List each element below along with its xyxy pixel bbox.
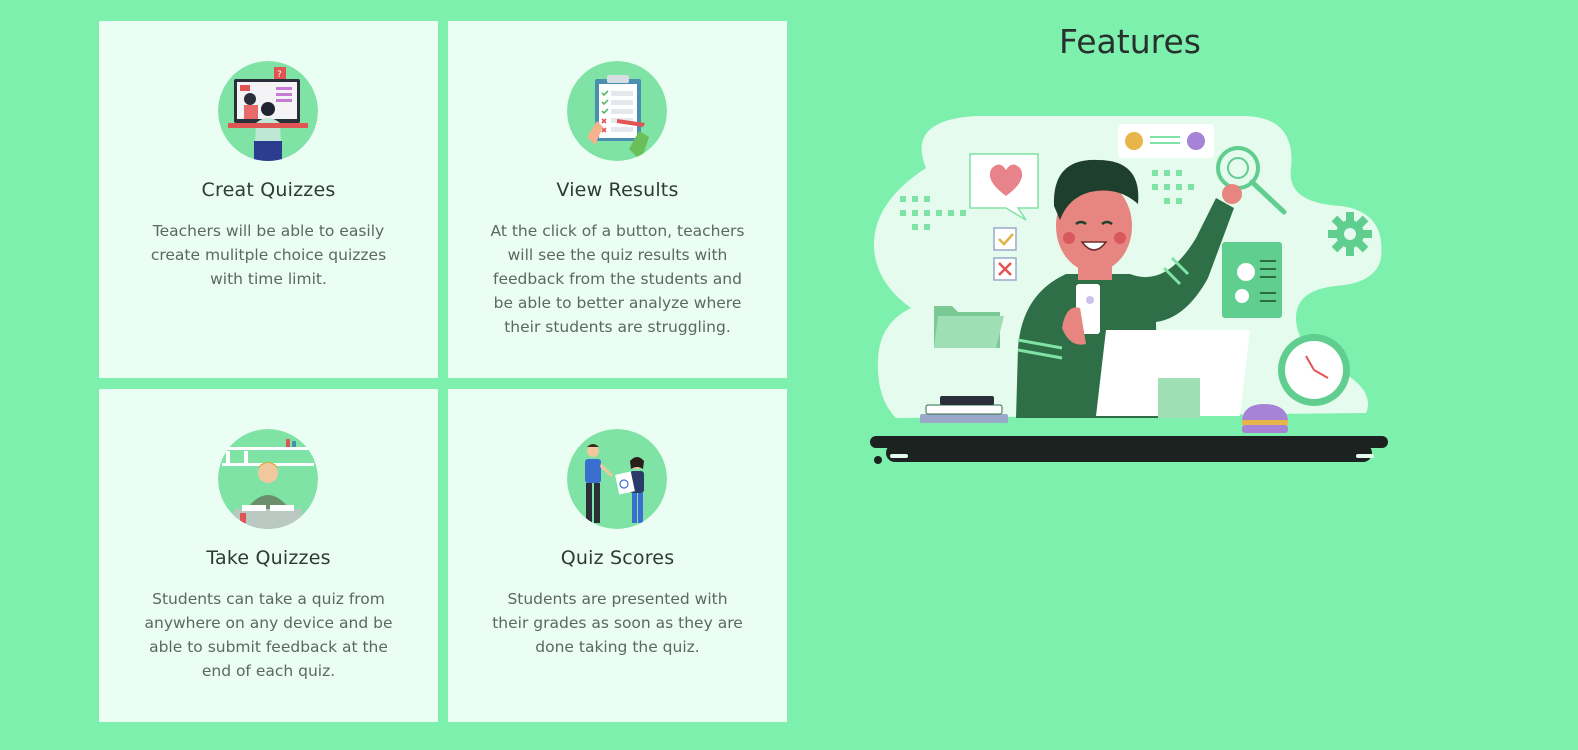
burger-icon: [1242, 404, 1288, 433]
profile-bubble-icon: [1118, 124, 1214, 158]
settings-document-icon: [1222, 242, 1282, 318]
feature-description: Teachers will be able to easily create m…: [150, 222, 387, 288]
feature-description: Students can take a quiz from anywhere o…: [144, 590, 393, 680]
clock-icon: [1278, 334, 1350, 406]
feature-title: Take Quizzes: [206, 547, 331, 569]
feature-title: Quiz Scores: [560, 547, 675, 569]
feature-title: View Results: [556, 179, 679, 201]
teacher-computer-icon: ?: [218, 61, 318, 161]
section-title: Features: [1059, 22, 1201, 61]
student-writing-icon: [218, 429, 318, 529]
feature-card-quiz-scores: Quiz Scores Students are presented with …: [448, 389, 787, 722]
features-illustration: [870, 116, 1388, 464]
gear-icon: [1328, 212, 1372, 256]
clipboard-results-icon: [567, 61, 667, 161]
feature-description: Students are presented with their grades…: [492, 590, 743, 656]
computer-monitor-icon: [1096, 330, 1250, 418]
feature-title: Creat Quizzes: [201, 179, 336, 201]
feature-card-create-quizzes: ? Creat Quizzes Teachers will be able to…: [99, 21, 438, 378]
feature-description: At the click of a button, teachers will …: [490, 222, 745, 336]
folder-icon: [934, 306, 1004, 348]
feature-card-take-quizzes: Take Quizzes Students can take a quiz fr…: [99, 389, 438, 722]
feature-card-view-results: View Results At the click of a button, t…: [448, 21, 787, 378]
svg-text:?: ?: [277, 70, 282, 80]
graded-paper-icon: [567, 429, 667, 529]
desk-surface: [870, 436, 1388, 464]
